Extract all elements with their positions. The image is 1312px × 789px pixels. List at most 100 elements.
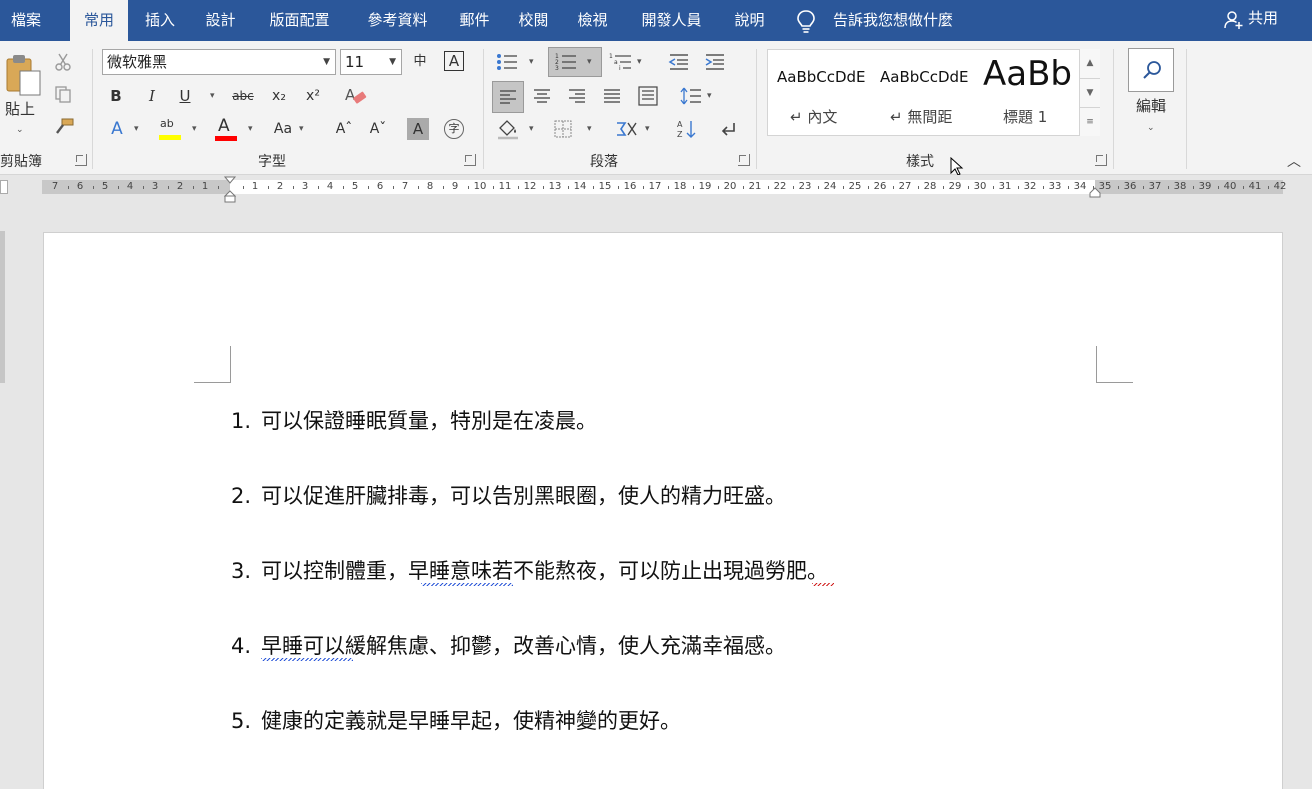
font-dialog-launcher[interactable] [464,154,476,166]
superscript-button[interactable]: x² [302,85,324,107]
list-item[interactable]: 3. 可以控制體重，早睡意味若不能熬夜，可以防止出現過勞肥。 [231,556,828,586]
list-item[interactable]: 5. 健康的定義就是早睡早起，使精神變的更好。 [231,706,681,736]
ruler-tick [692,186,694,189]
list-item[interactable]: 4. 早睡可以緩解焦慮、抑鬱，改善心情，使人充滿幸福感。 [231,631,786,661]
editing-label[interactable]: 編輯 [1128,95,1174,117]
style-normal-name[interactable]: ↵ 內文 [790,106,837,127]
increase-indent-icon[interactable] [704,53,726,71]
indent-marker-icon[interactable] [224,176,236,204]
clear-formatting-icon[interactable]: A [344,86,368,106]
tab-developer[interactable]: 開發人員 [624,0,719,41]
highlight-dropdown-arrow[interactable]: ▾ [192,118,197,140]
asian-layout-dropdown-arrow[interactable]: ▾ [645,118,650,140]
list-item[interactable]: 2. 可以促進肝臟排毒，可以告別黑眼圈，使人的精力旺盛。 [231,481,786,511]
styles-more-button[interactable]: ≡ [1079,107,1100,136]
paste-label[interactable]: 貼上 [0,98,40,120]
text-effects-button[interactable]: A [106,118,128,140]
italic-button[interactable]: I [143,85,161,107]
share-person-icon[interactable] [1224,10,1244,30]
styles-dialog-launcher[interactable] [1095,154,1107,166]
multilevel-dropdown-arrow[interactable]: ▾ [637,51,642,73]
bullets-icon[interactable] [496,53,518,71]
styles-scroll-up[interactable]: ▲ [1079,49,1100,78]
shrink-font-button[interactable]: Aˇ [368,118,388,140]
font-size-combobox[interactable]: 11 ▼ [340,49,402,75]
align-center-icon[interactable] [533,88,551,104]
styles-scroll-down[interactable]: ▼ [1079,78,1100,107]
tab-file[interactable]: 檔案 [0,0,52,41]
chevron-down-icon[interactable]: ▼ [323,50,330,74]
tab-layout[interactable]: 版面配置 [252,0,347,41]
distributed-icon[interactable] [638,86,658,106]
right-indent-marker-icon[interactable] [1089,186,1101,198]
collapse-ribbon-button[interactable]: ︿ [1284,151,1304,173]
ruler-tick [242,186,244,189]
tab-mailings[interactable]: 郵件 [447,0,502,41]
style-heading1-sample[interactable]: AaBb [983,54,1072,94]
multilevel-list-icon[interactable]: 1 a i [609,53,633,71]
asian-layout-icon[interactable] [615,119,639,139]
justify-icon[interactable] [603,88,621,104]
list-item[interactable]: 1. 可以保證睡眠質量，特別是在凌晨。 [231,406,597,436]
lightbulb-icon[interactable] [795,9,817,35]
font-color-button[interactable]: A [213,116,239,142]
align-right-icon[interactable] [568,88,586,104]
clipboard-dialog-launcher[interactable] [75,154,87,166]
highlight-color-button[interactable]: ab [156,117,184,141]
sort-icon[interactable]: AZ [677,119,697,139]
chevron-down-icon[interactable]: ▼ [389,50,396,74]
paste-icon[interactable] [3,53,43,97]
mouse-cursor-icon [950,157,964,176]
line-spacing-dropdown-arrow[interactable]: ▾ [707,85,712,107]
show-paragraph-marks-icon[interactable] [718,119,738,139]
tab-selector[interactable] [0,180,8,194]
tab-help[interactable]: 說明 [722,0,777,41]
crop-mark [230,346,231,383]
character-border-button[interactable]: A [444,51,464,71]
style-heading1-name[interactable]: 標題 1 [1003,106,1047,127]
paragraph-dialog-launcher[interactable] [738,154,750,166]
tab-view[interactable]: 檢視 [565,0,620,41]
font-name-combobox[interactable]: 微软雅黑 ▼ [102,49,336,75]
paragraph-group-label: 段落 [590,154,618,170]
change-case-button[interactable]: Aa [270,118,296,140]
tab-references[interactable]: 參考資料 [350,0,445,41]
tab-insert[interactable]: 插入 [131,0,189,41]
style-normal-sample[interactable]: AaBbCcDdE [777,68,866,86]
bold-button[interactable]: B [107,85,125,107]
character-shading-button[interactable]: A [407,118,429,140]
shading-bucket-icon[interactable] [496,118,520,140]
bullets-dropdown-arrow[interactable]: ▾ [529,51,534,73]
style-no-spacing-name[interactable]: ↵ 無間距 [890,106,952,127]
decrease-indent-icon[interactable] [668,53,690,71]
underline-dropdown-arrow[interactable]: ▾ [210,85,215,107]
paste-dropdown-arrow[interactable]: ⌄ [16,119,24,141]
subscript-button[interactable]: x₂ [268,85,290,107]
tab-review[interactable]: 校閱 [506,0,561,41]
shading-dropdown-arrow[interactable]: ▾ [529,118,534,140]
underline-button[interactable]: U [176,85,194,107]
strikethrough-button[interactable]: abc [230,85,256,107]
format-painter-icon[interactable] [54,117,74,135]
tab-design[interactable]: 設計 [193,0,248,41]
ruler-number: 7 [401,181,409,192]
phonetic-guide-button[interactable]: 中 [409,51,431,73]
share-button[interactable]: 共用 [1248,0,1278,37]
grow-font-button[interactable]: Aˆ [334,118,354,140]
style-no-spacing-sample[interactable]: AaBbCcDdE [880,68,969,86]
copy-icon[interactable] [54,85,72,103]
find-button[interactable] [1128,48,1174,92]
borders-dropdown-arrow[interactable]: ▾ [587,118,592,140]
text-effects-dropdown-arrow[interactable]: ▾ [134,118,139,140]
align-left-button[interactable] [492,81,524,113]
tell-me-search[interactable]: 告訴我您想做什麼 [833,0,953,41]
editing-dropdown-arrow[interactable]: ⌄ [1147,117,1155,139]
line-spacing-icon[interactable] [680,86,702,106]
cut-icon[interactable] [54,53,72,71]
change-case-dropdown-arrow[interactable]: ▾ [299,118,304,140]
font-color-dropdown-arrow[interactable]: ▾ [248,118,253,140]
enclose-characters-button[interactable]: 字 [444,119,464,139]
numbering-button[interactable]: 1 2 3 ▾ [548,47,602,77]
borders-icon[interactable] [554,120,572,138]
tab-home[interactable]: 常用 [70,0,128,41]
